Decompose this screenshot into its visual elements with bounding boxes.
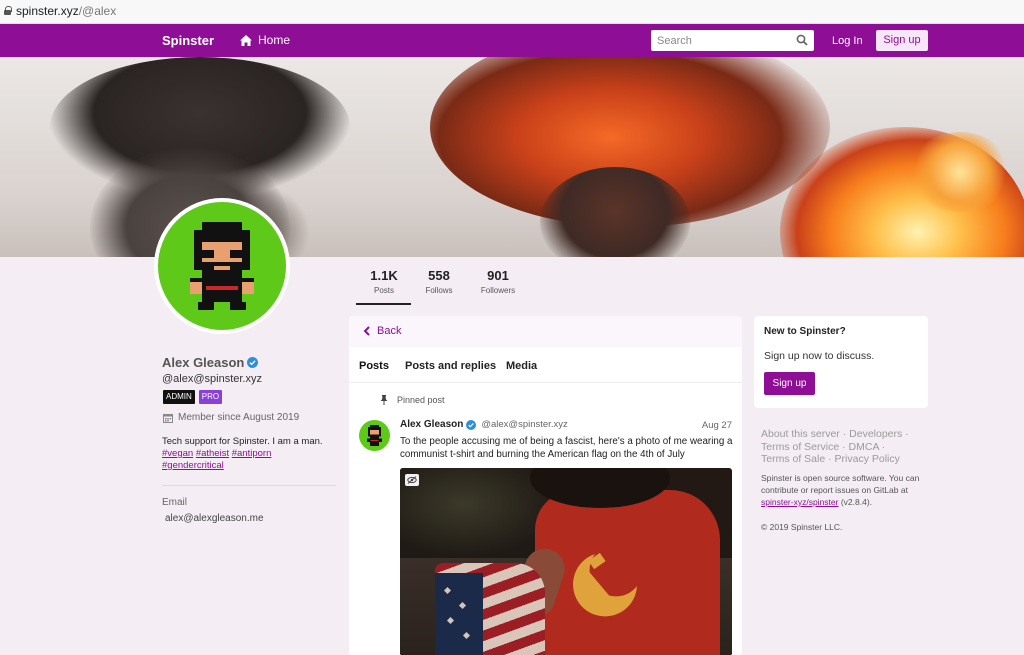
back-button[interactable]: Back (363, 325, 401, 337)
bio-text: Tech support for Spinster. I am a man. (162, 436, 323, 447)
calendar-icon (163, 413, 173, 423)
display-name: Alex Gleason (162, 355, 245, 370)
footer-link-dmca[interactable]: DMCA (849, 441, 879, 453)
profile-name: Alex Gleason (162, 355, 259, 370)
email-field-value[interactable]: alex@alexgleason.me (165, 513, 264, 524)
signup-panel-title: New to Spinster? (764, 326, 846, 337)
stat-value: 901 (487, 268, 509, 283)
profile-header-image (0, 57, 1024, 257)
url-path: /@alex (78, 4, 117, 18)
post-text: To the people accusing me of being a fas… (400, 436, 733, 460)
back-label: Back (377, 325, 402, 337)
profile-badges: ADMIN PRO (163, 390, 223, 404)
pro-badge: PRO (198, 390, 223, 404)
stat-value: 1.1K (370, 268, 398, 283)
footer-copyright: © 2019 Spinster LLC. (761, 522, 843, 532)
timeline-column: Back Posts Posts and replies Media Pinne… (349, 316, 742, 655)
tab-posts-and-replies[interactable]: Posts and replies (405, 360, 496, 372)
timeline-tabs: Posts Posts and replies Media (349, 347, 742, 383)
post-avatar[interactable] (359, 420, 390, 451)
hashtag-link[interactable]: #vegan (162, 448, 193, 459)
home-label: Home (258, 33, 291, 47)
post-display-name: Alex Gleason (400, 419, 464, 430)
email-field-label: Email (162, 497, 188, 508)
signup-panel: New to Spinster? Sign up now to discuss.… (754, 316, 928, 408)
lock-icon (4, 6, 12, 15)
hashtag-link[interactable]: #antiporn (232, 448, 272, 459)
footer-link-terms[interactable]: Terms of Service (761, 441, 839, 453)
stat-posts[interactable]: 1.1K Posts (356, 268, 412, 295)
home-icon (240, 34, 252, 46)
hashtag-link[interactable]: #atheist (196, 448, 229, 459)
signup-panel-text: Sign up now to discuss. (764, 350, 875, 362)
stat-label: Follows (425, 286, 453, 295)
admin-badge: ADMIN (163, 390, 195, 404)
verified-icon (247, 357, 259, 368)
post-date[interactable]: Aug 27 (702, 420, 732, 431)
top-navbar: Spinster Home Log In Sign up (0, 24, 1024, 57)
stat-value: 558 (428, 268, 450, 283)
stat-followers[interactable]: 901 Followers (470, 268, 526, 295)
eye-slash-icon (407, 476, 417, 484)
footer-link-developers[interactable]: Developers (849, 428, 902, 440)
login-link[interactable]: Log In (832, 35, 863, 47)
hammer-sickle-graphic (573, 552, 637, 617)
url-text[interactable]: spinster.xyz/@alex (16, 4, 116, 18)
hide-media-button[interactable] (405, 474, 419, 486)
pin-icon (380, 395, 388, 405)
pixel-avatar-image (190, 222, 254, 310)
tab-media[interactable]: Media (506, 360, 537, 372)
post-author[interactable]: Alex Gleason @alex@spinster.xyz (400, 419, 568, 430)
footer-about: Spinster is open source software. You ca… (761, 472, 933, 508)
footer-link-privacy[interactable]: Privacy Policy (835, 453, 900, 465)
url-host: spinster.xyz (16, 4, 79, 18)
pixel-avatar-image (366, 425, 383, 446)
browser-url-bar[interactable]: spinster.xyz/@alex (0, 0, 1024, 24)
post-acct: @alex@spinster.xyz (481, 419, 568, 430)
footer-link-about[interactable]: About this server (761, 428, 840, 440)
stat-follows[interactable]: 558 Follows (411, 268, 467, 295)
search-box[interactable] (651, 30, 814, 51)
chevron-left-icon (363, 326, 370, 336)
stat-label: Posts (373, 286, 394, 295)
profile-bio: Tech support for Spinster. I am a man. #… (162, 436, 342, 472)
search-icon[interactable] (796, 34, 808, 46)
profile-avatar[interactable] (154, 198, 290, 334)
profile-divider (162, 485, 336, 486)
back-bar: Back (349, 316, 742, 347)
pinned-indicator: Pinned post (380, 395, 445, 405)
member-since: Member since August 2019 (163, 412, 299, 423)
stat-label: Followers (480, 286, 516, 295)
post-media-image[interactable] (400, 468, 732, 655)
tab-posts[interactable]: Posts (359, 360, 389, 372)
pinned-label: Pinned post (397, 395, 445, 405)
search-input[interactable] (651, 30, 791, 51)
verified-icon (466, 419, 477, 430)
hashtag-link[interactable]: #gendercritical (162, 460, 224, 471)
brand-logo[interactable]: Spinster (162, 33, 214, 48)
footer-about-text: Spinster is open source software. You ca… (761, 473, 920, 495)
active-stat-indicator (356, 303, 411, 305)
home-link[interactable]: Home (240, 33, 290, 47)
member-since-text: Member since August 2019 (178, 412, 300, 423)
footer-version: (v2.8.4). (840, 497, 873, 507)
signup-button[interactable]: Sign up (764, 372, 815, 395)
profile-handle: @alex@spinster.xyz (162, 373, 262, 385)
footer-link-terms-of-sale[interactable]: Terms of Sale (761, 453, 825, 465)
gitlab-repo-link[interactable]: spinster-xyz/spinster (761, 497, 838, 507)
footer-links: About this server · Developers · Terms o… (761, 428, 909, 465)
signup-button-top[interactable]: Sign up (876, 30, 928, 51)
